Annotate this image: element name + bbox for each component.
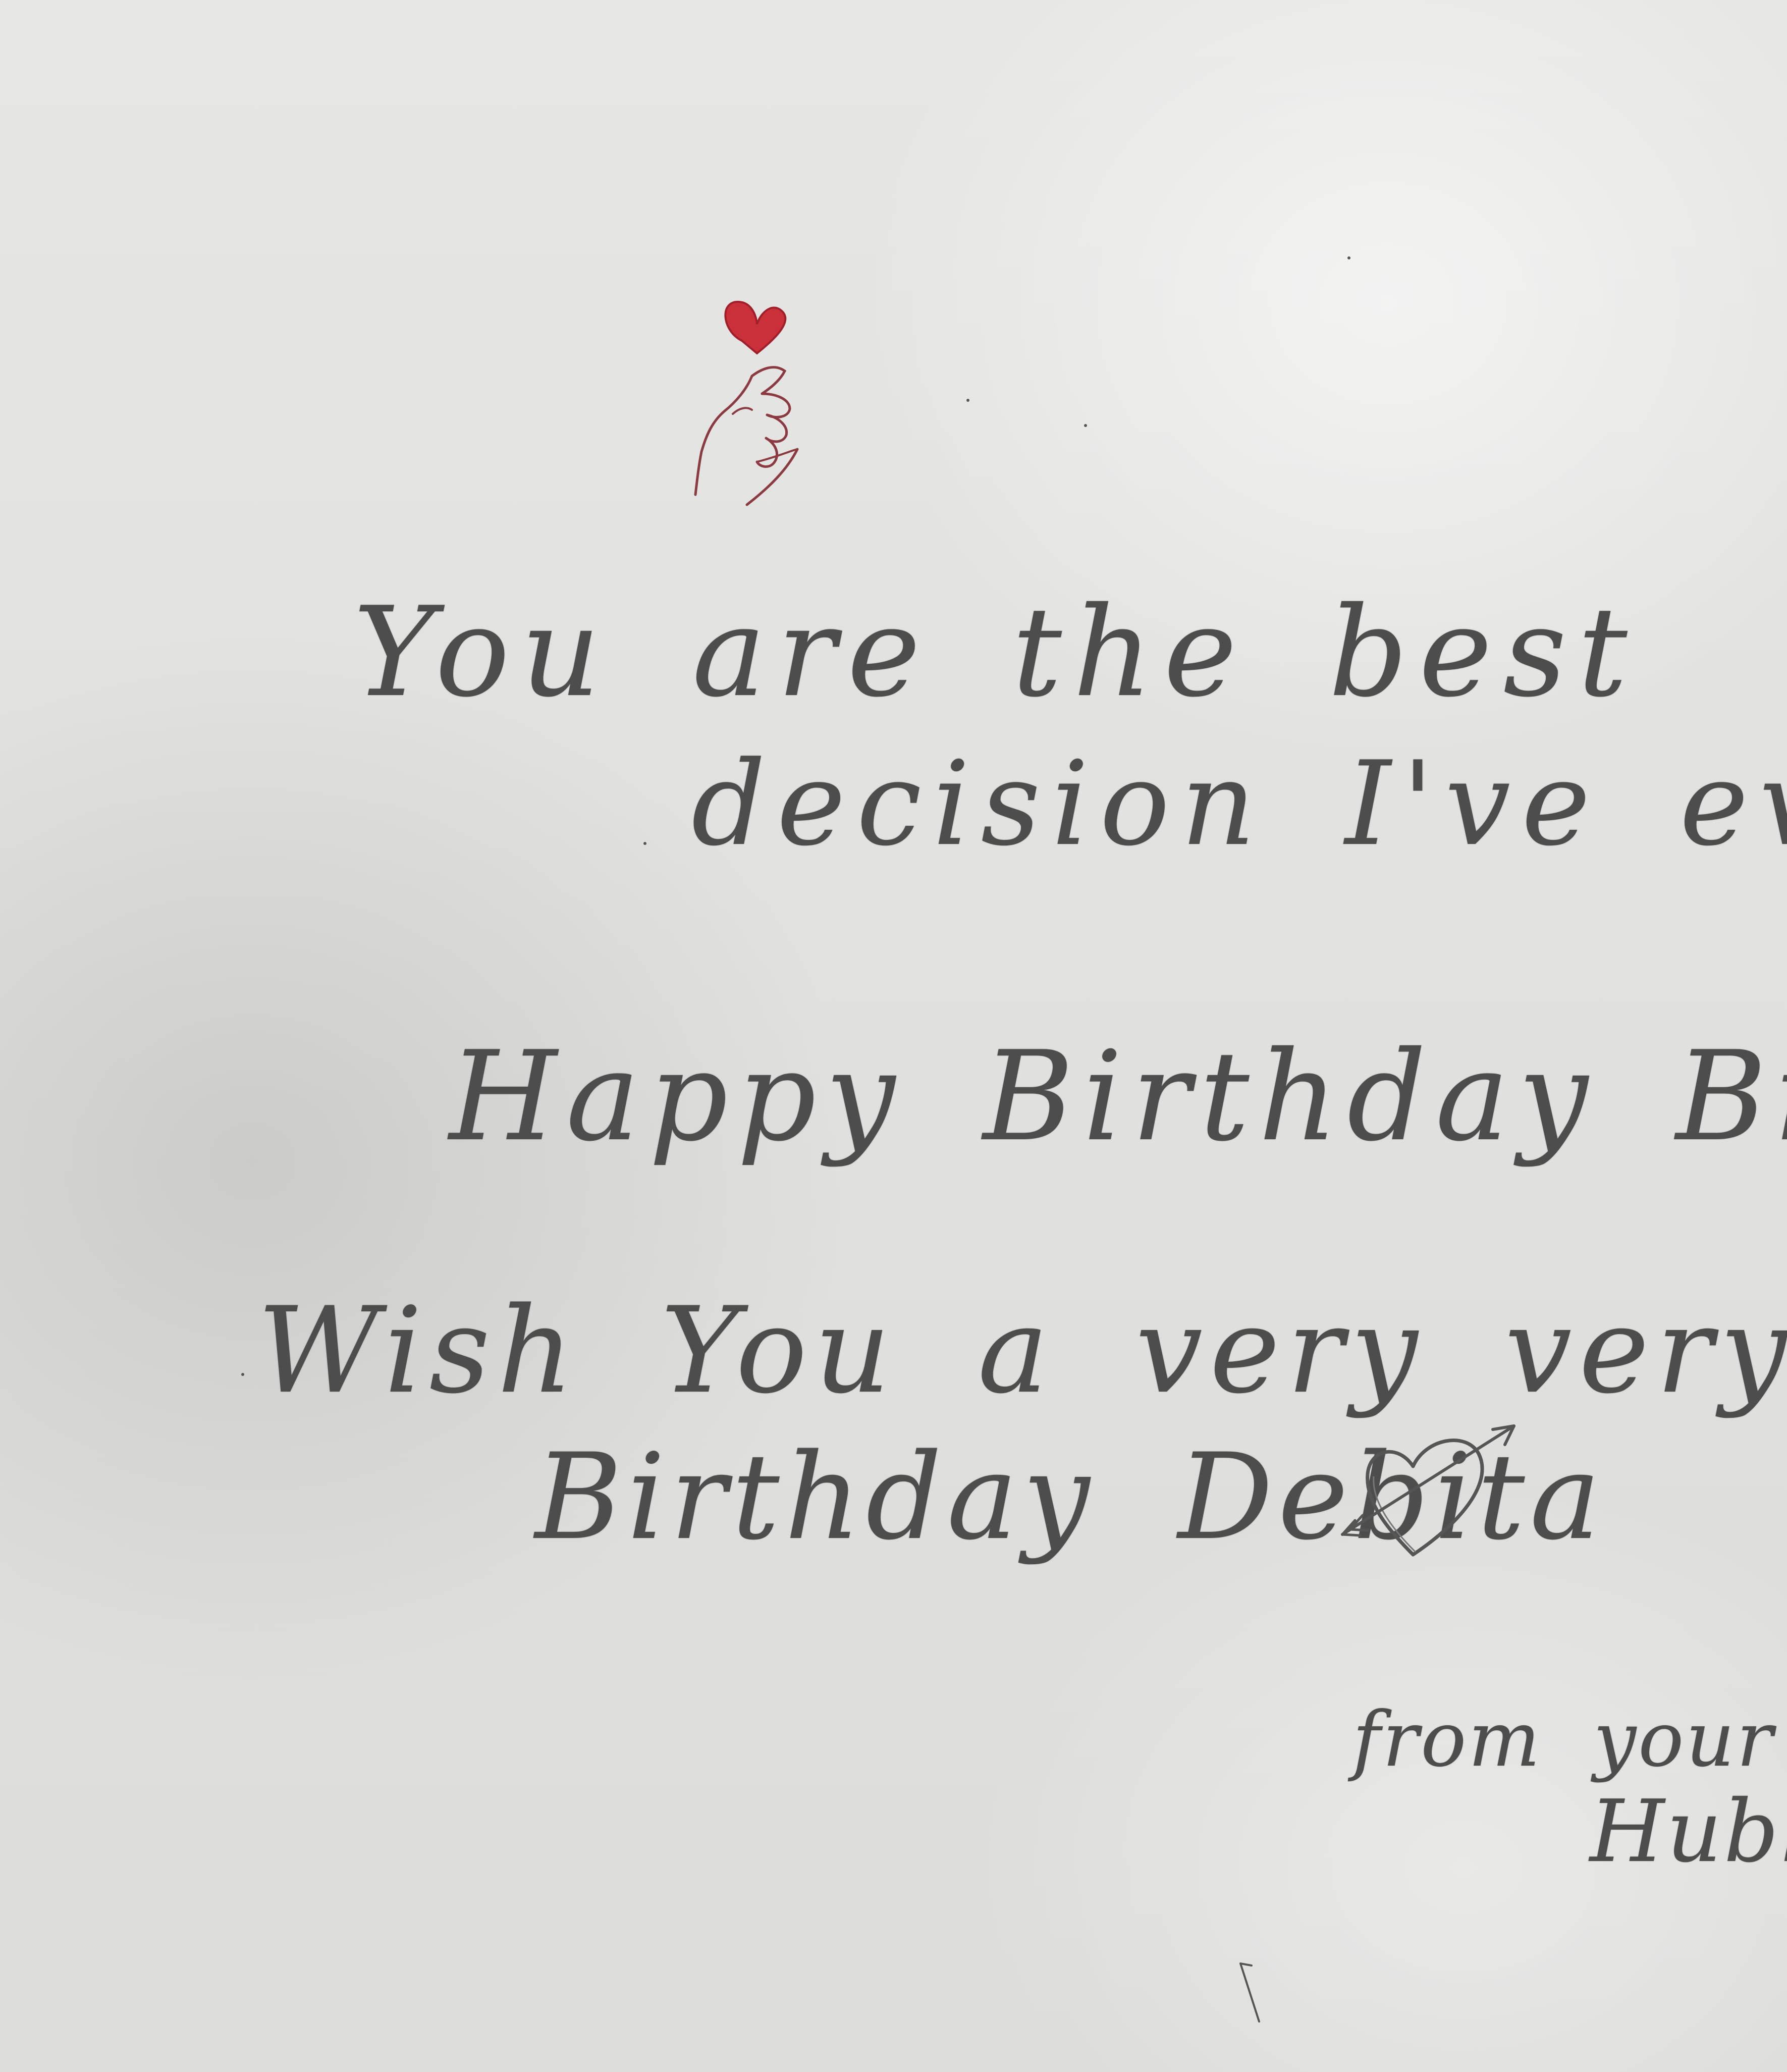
note-line-4: Wish You a very very Happy: [257, 1282, 1787, 1420]
paper-sheet: You are the best decision I've ever made…: [0, 0, 1787, 2072]
pencil-speck: [1347, 256, 1350, 259]
signature-line-2: Hubby: [1590, 1782, 1787, 1882]
note-line-2: decision I've ever made: [691, 737, 1787, 872]
pencil-speck: [241, 1373, 244, 1376]
finger-heart-icon: [694, 300, 799, 506]
note-line-1: You are the best: [353, 580, 1639, 724]
pencil-speck: [643, 842, 646, 845]
pencil-speck: [966, 399, 969, 402]
signature-line-1: from your: [1352, 1696, 1775, 1784]
pencil-stroke: [1239, 1962, 1260, 2023]
pencil-speck: [1084, 424, 1087, 427]
note-line-3: Happy Birthday Bii !!!: [449, 1025, 1787, 1168]
heart-arrow-icon: [1341, 1424, 1515, 1557]
